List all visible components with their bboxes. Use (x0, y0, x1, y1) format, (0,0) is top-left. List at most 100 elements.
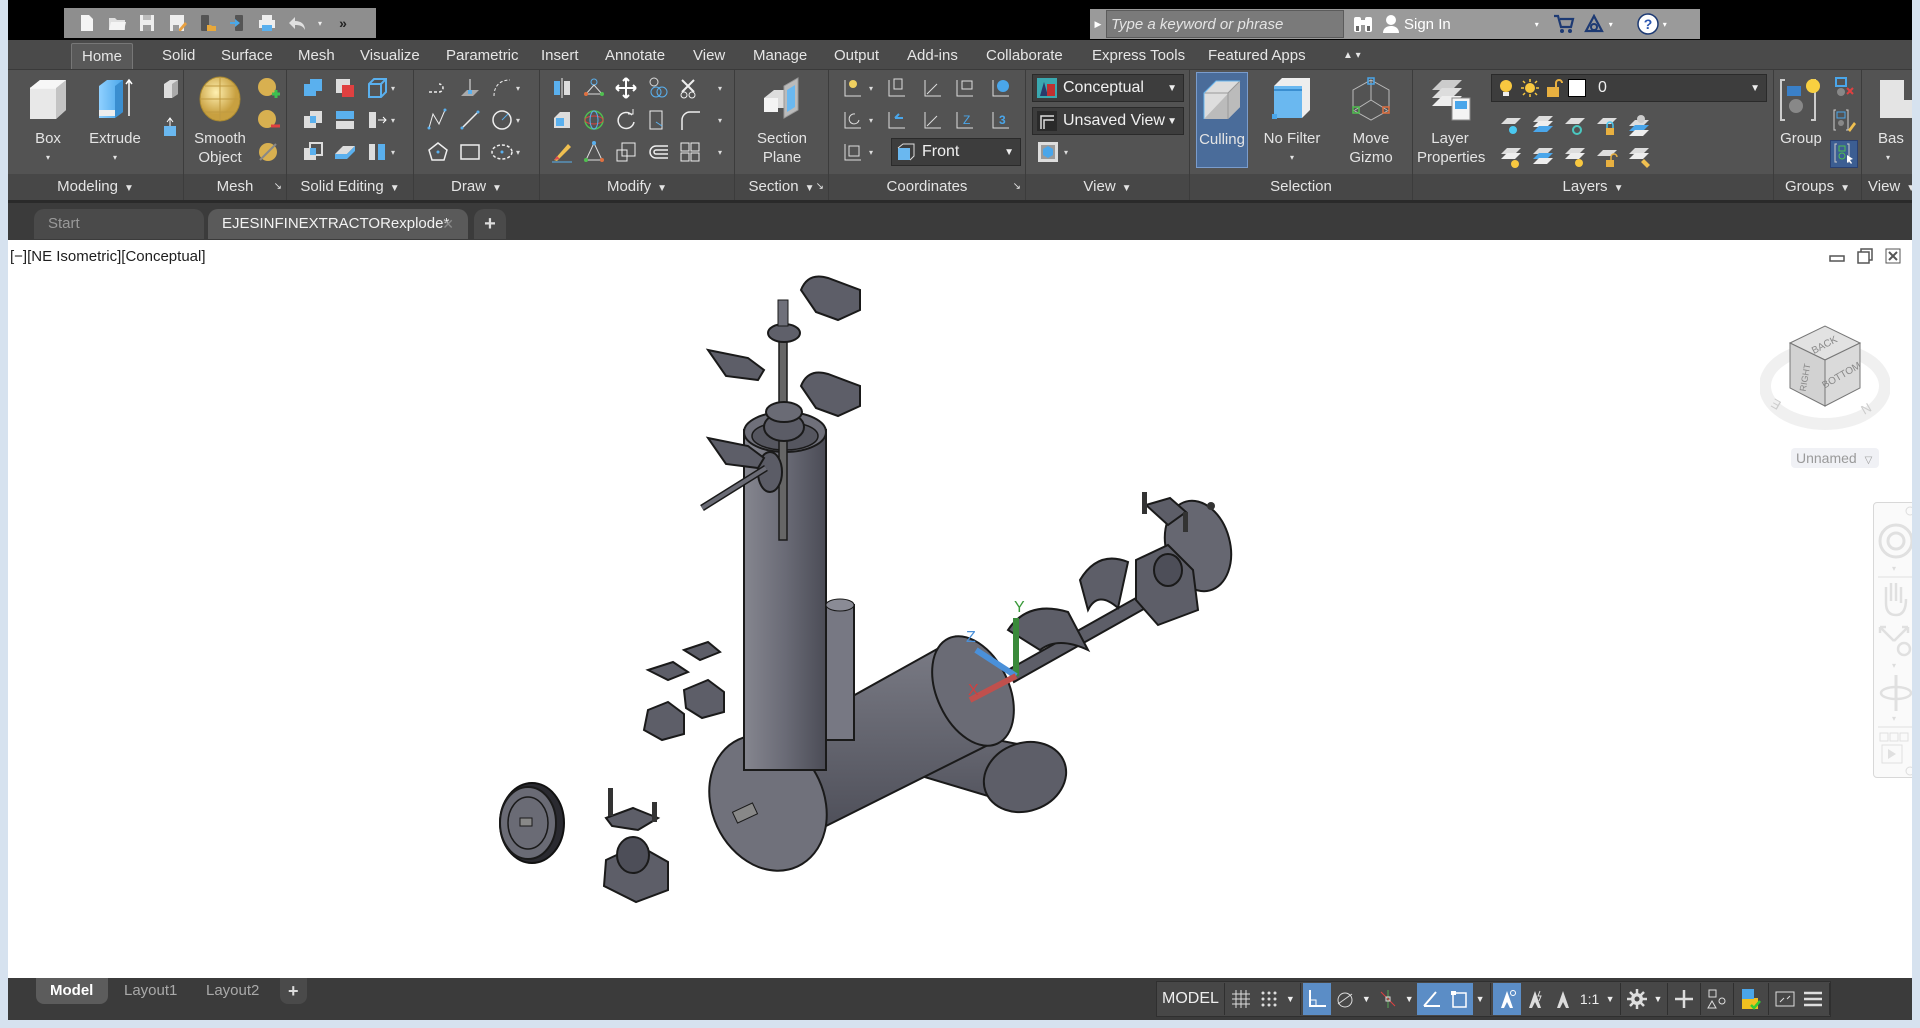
navbar-options-icon[interactable] (1905, 766, 1912, 776)
section-plane-button[interactable]: Section Plane (745, 72, 819, 167)
slice-icon[interactable] (333, 108, 357, 132)
ucs-plane-icon[interactable] (458, 76, 482, 100)
tab-annotate[interactable]: Annotate (595, 43, 675, 69)
base-view-button[interactable]: Bas ▾ (1864, 72, 1912, 167)
ucs-globe-icon[interactable] (989, 76, 1013, 100)
cart-icon[interactable] (1553, 14, 1575, 34)
panel-view-title[interactable]: View ▼ (1026, 174, 1189, 200)
viewport-config-dropdown-icon[interactable]: ▾ (1064, 148, 1068, 157)
open-folder-icon[interactable] (106, 12, 128, 34)
arc-dropdown-icon[interactable]: ▾ (516, 84, 520, 93)
panel-solid-editing-title[interactable]: Solid Editing ▼ (287, 174, 413, 200)
no-filter-dropdown-icon[interactable]: ▾ (1254, 148, 1330, 167)
tab-mesh[interactable]: Mesh (288, 43, 345, 69)
3d-rotate-icon[interactable] (582, 108, 606, 132)
expand-search-icon[interactable]: ▶ (1090, 9, 1106, 39)
spline-icon[interactable] (426, 108, 450, 132)
smooth-object-button[interactable]: Smooth Object (190, 72, 250, 167)
extract-edges-icon[interactable] (365, 108, 389, 132)
object-snap-icon[interactable] (1444, 983, 1473, 1015)
save-as-icon[interactable] (166, 12, 188, 34)
ucs-rotate-dropdown-icon[interactable]: ▾ (869, 116, 873, 125)
panel-selection-title[interactable]: Selection (1190, 174, 1412, 200)
isodraft-dropdown-icon[interactable]: ▼ (1402, 994, 1417, 1004)
named-view-arrow-icon[interactable]: ▼ (1167, 116, 1177, 127)
object-snap-tracking-icon[interactable] (1416, 983, 1445, 1015)
annotation-monitor-icon[interactable] (1670, 983, 1698, 1015)
ucs-icon[interactable] (841, 76, 865, 100)
panel-modify-title[interactable]: Modify ▼ (540, 174, 734, 200)
ucs-view-icon[interactable] (953, 76, 977, 100)
tab-solid[interactable]: Solid (152, 43, 205, 69)
new-file-icon[interactable] (76, 12, 98, 34)
separate-dropdown-icon[interactable]: ▾ (391, 148, 395, 157)
layer-freeze-icon[interactable] (1563, 114, 1587, 138)
explode-icon[interactable] (582, 140, 606, 164)
print-icon[interactable] (256, 12, 278, 34)
zoom-extents-icon[interactable] (1878, 625, 1912, 657)
viewcube[interactable]: BACK RIGHT BOTTOM E N (1760, 308, 1890, 448)
tab-surface[interactable]: Surface (211, 43, 283, 69)
annotation-scale-value[interactable]: 1:1 (1577, 983, 1603, 1015)
layer-off-icon[interactable] (1499, 114, 1523, 138)
tab-insert[interactable]: Insert (531, 43, 589, 69)
panel-draw-title[interactable]: Draw ▼ (414, 174, 539, 200)
undo-icon[interactable] (286, 12, 308, 34)
tab-collaborate[interactable]: Collaborate (976, 43, 1073, 69)
array-dropdown-icon[interactable]: ▾ (718, 148, 722, 157)
layer-unlock-all-icon[interactable] (1595, 146, 1619, 170)
more-commands-icon[interactable]: » (332, 12, 354, 34)
interfere-icon[interactable] (301, 140, 325, 164)
smooth-more-icon[interactable] (256, 76, 280, 100)
layer-combo[interactable]: 0 ▼ (1491, 74, 1767, 102)
tab-view[interactable]: View (683, 43, 735, 69)
panel-mesh-title[interactable]: Mesh ↘ (184, 174, 286, 200)
rectangle-icon[interactable] (458, 140, 482, 164)
scale-icon[interactable] (646, 108, 670, 132)
showmotion-icon[interactable] (1879, 732, 1909, 764)
minimize-viewport-icon[interactable] (1828, 248, 1846, 264)
visual-style-combo[interactable]: Conceptual ▼ (1032, 74, 1184, 102)
ucs-named-icon[interactable] (885, 76, 909, 100)
fillet-dropdown-icon[interactable]: ▾ (718, 116, 722, 125)
3d-align-icon[interactable] (582, 76, 606, 100)
minimize-ribbon-icon[interactable]: ▲ ▾ (1333, 43, 1371, 69)
ucs-x-rotate-icon[interactable] (841, 108, 865, 132)
line-icon[interactable] (458, 108, 482, 132)
group-button[interactable]: Group (1776, 72, 1826, 148)
panel-section-title[interactable]: Section ▼ ↘ (735, 174, 828, 200)
isodraft-icon[interactable] (1374, 983, 1402, 1015)
annotation-visibility-icon[interactable] (1492, 983, 1521, 1015)
polyline-icon[interactable] (426, 76, 450, 100)
annotation-scale-icon[interactable] (1549, 983, 1577, 1015)
ucs-combo[interactable]: Front ▼ (891, 138, 1021, 166)
layer-make-current-icon[interactable] (1531, 146, 1555, 170)
snap-dropdown-icon[interactable]: ▼ (1283, 994, 1298, 1004)
workspace-gear-icon[interactable] (1623, 983, 1651, 1015)
smooth-less-icon[interactable] (256, 108, 280, 132)
polygon-icon[interactable] (426, 140, 450, 164)
undo-dropdown-icon[interactable]: ▾ (316, 12, 324, 34)
layer-walk-icon[interactable] (1627, 146, 1651, 170)
model-space-toggle[interactable]: MODEL (1159, 983, 1222, 1015)
auto-scale-icon[interactable] (1521, 983, 1549, 1015)
close-tab-icon[interactable]: ✕ (442, 209, 454, 239)
tab-express-tools[interactable]: Express Tools (1082, 43, 1195, 69)
layer-lock-icon[interactable] (1595, 114, 1619, 138)
ucs-face-icon[interactable] (841, 140, 865, 164)
viewport-config-icon[interactable] (1036, 140, 1060, 164)
presspull-icon[interactable] (158, 78, 182, 102)
steering-wheel-icon[interactable] (1878, 523, 1912, 559)
ucs-world-icon[interactable] (921, 76, 945, 100)
trim-icon[interactable] (678, 76, 702, 100)
stretch-icon[interactable] (550, 108, 574, 132)
separate-icon[interactable] (365, 140, 389, 164)
erase-icon[interactable] (550, 140, 574, 164)
clean-screen-icon[interactable] (1771, 983, 1799, 1015)
tab-home[interactable]: Home (71, 43, 134, 69)
object-snap-dropdown-icon[interactable]: ▼ (1473, 994, 1488, 1004)
arc-icon[interactable] (490, 76, 514, 100)
panel-layers-title[interactable]: Layers ▼ (1413, 174, 1773, 200)
copy-icon[interactable] (646, 76, 670, 100)
tab-output[interactable]: Output (824, 43, 889, 69)
